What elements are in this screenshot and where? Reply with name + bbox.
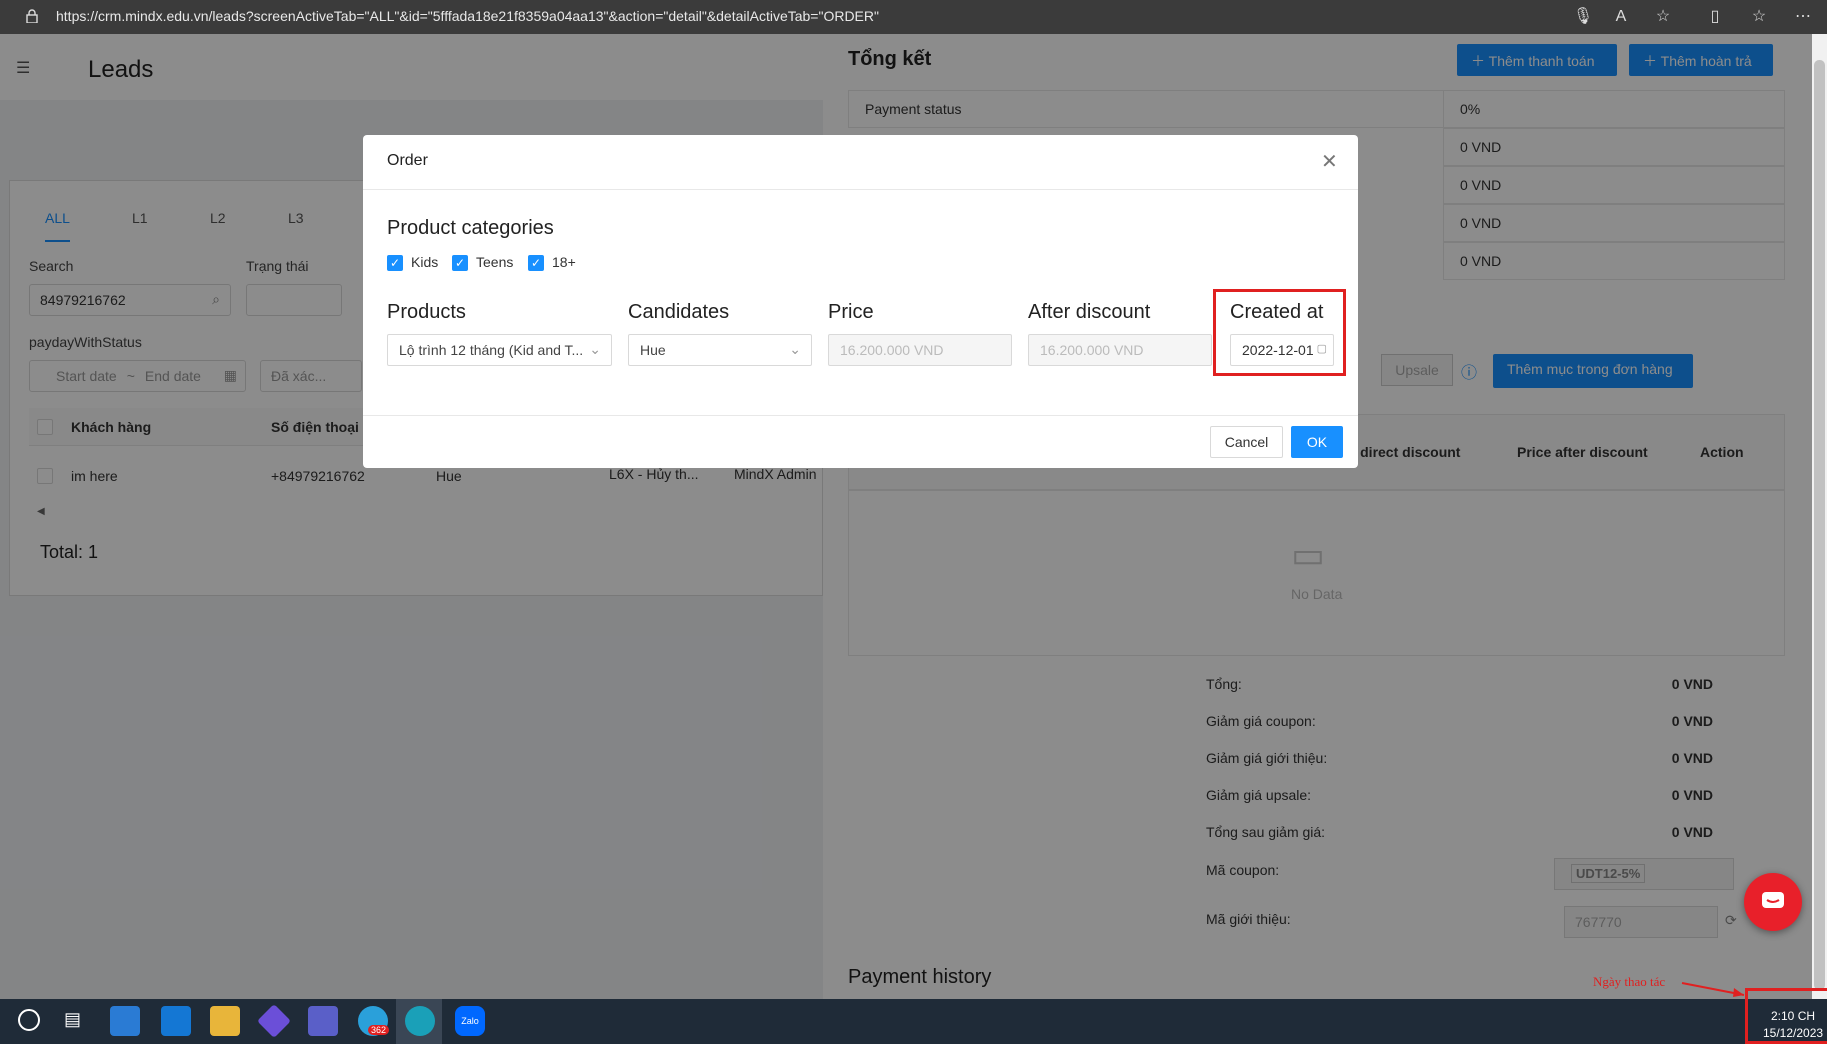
price-label: Price [828,301,874,323]
after-discount-field: 16.200.000 VND [1028,334,1212,366]
teens-label: Teens [476,254,514,270]
teens-checkbox[interactable]: ✓ [452,255,468,271]
mail-icon[interactable] [161,1006,191,1036]
adult-label: 18+ [552,254,576,270]
candidates-label: Candidates [628,301,730,323]
product-categories-heading: Product categories [387,217,554,239]
modal-header: Order ✕ [363,135,1358,190]
edge-icon[interactable] [405,1006,435,1036]
order-modal: Order ✕ Product categories ✓ Kids ✓ Teen… [363,135,1358,468]
telegram-badge: 362 [368,1025,390,1035]
cancel-button[interactable]: Cancel [1210,426,1283,458]
price-field: 16.200.000 VND [828,334,1012,366]
favorite-star-icon[interactable]: ☆ [1652,6,1674,28]
favorites-icon[interactable]: ☆ [1748,6,1770,28]
lock-icon [26,9,38,23]
microphone-icon[interactable]: 🎙 [1572,6,1594,28]
task-view-icon[interactable]: ▤ [64,1009,81,1030]
scrollbar-thumb[interactable] [1814,60,1825,990]
chevron-down-icon: ⌄ [789,341,801,357]
created-at-highlight [1213,289,1346,376]
chevron-down-icon: ⌄ [589,341,601,357]
modal-title: Order [387,152,428,169]
zalo-icon[interactable]: Zalo [455,1006,485,1036]
close-icon[interactable]: ✕ [1321,149,1338,174]
chat-button[interactable] [1744,873,1802,931]
teams-icon[interactable] [308,1006,338,1036]
more-icon[interactable]: ⋯ [1792,6,1814,28]
search-circle-icon[interactable] [18,1009,40,1031]
adult-checkbox[interactable]: ✓ [528,255,544,271]
copilot-icon[interactable] [257,1004,291,1038]
annotation-note: Ngày thao tác [1593,974,1666,989]
split-screen-icon[interactable]: ▯ [1704,6,1726,28]
after-discount-label: After discount [1028,301,1151,323]
candidates-value: Hue [640,342,666,358]
browser-address-bar: https://crm.mindx.edu.vn/leads?screenAct… [0,0,1827,34]
ok-button[interactable]: OK [1291,426,1343,458]
url-field[interactable]: https://crm.mindx.edu.vn/leads?screenAct… [56,8,879,24]
file-explorer-icon[interactable] [210,1006,240,1036]
candidates-select[interactable]: Hue ⌄ [628,334,812,366]
modal-footer: Cancel OK [363,415,1358,468]
annotation-arrow [1681,982,1745,997]
products-value: Lộ trình 12 tháng (Kid and T... [399,342,584,358]
products-select[interactable]: Lộ trình 12 tháng (Kid and T... ⌄ [387,334,612,366]
kids-checkbox[interactable]: ✓ [387,255,403,271]
store-icon[interactable] [110,1006,140,1036]
windows-taskbar: ▤ 362 Zalo 2:10 CH 15/12/2023 [0,999,1827,1044]
kids-label: Kids [411,254,439,270]
chat-icon [1762,892,1784,908]
clock-highlight [1745,988,1827,1044]
products-label: Products [387,301,466,323]
read-aloud-icon[interactable]: A [1610,6,1632,28]
